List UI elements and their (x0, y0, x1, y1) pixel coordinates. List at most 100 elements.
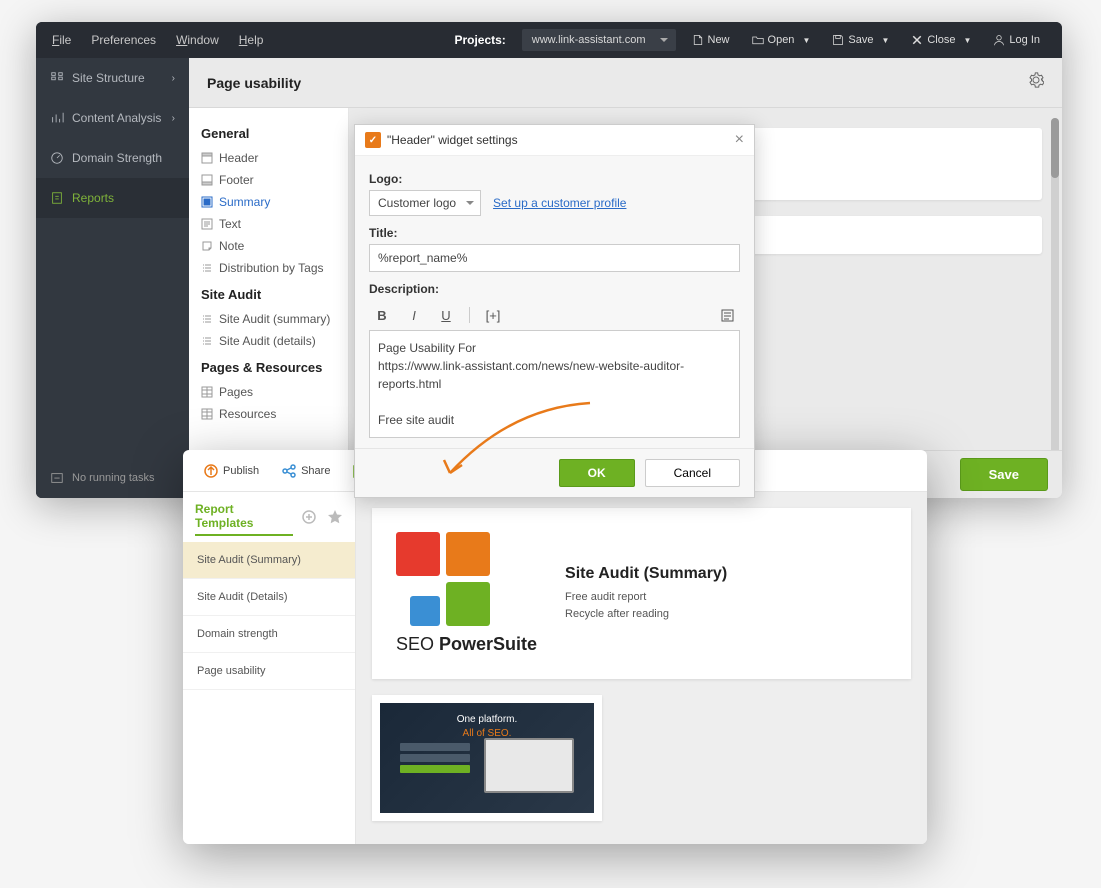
thumbnail-laptop-graphic (484, 738, 574, 793)
bold-button[interactable]: B (369, 304, 395, 326)
scrollbar-thumb[interactable] (1051, 118, 1059, 178)
widget-footer[interactable]: Footer (201, 169, 336, 191)
widget-label: Site Audit (details) (219, 334, 316, 348)
sidebar-item-content-analysis[interactable]: Content Analysis › (36, 98, 189, 138)
widget-audit-summary[interactable]: Site Audit (summary) (201, 308, 336, 330)
widget-label: Text (219, 217, 241, 231)
projects-label: Projects: (454, 33, 505, 47)
close-label: Close (927, 34, 955, 46)
project-dropdown[interactable]: www.link-assistant.com (522, 29, 676, 51)
chevron-down-icon: ▼ (881, 36, 889, 45)
share-button[interactable]: Share (273, 459, 338, 483)
widget-text[interactable]: Text (201, 213, 336, 235)
dialog-header: ✓ "Header" widget settings × (355, 125, 754, 156)
expand-editor-button[interactable] (714, 304, 740, 326)
widget-distribution[interactable]: Distribution by Tags (201, 257, 336, 279)
widget-note[interactable]: Note (201, 235, 336, 257)
settings-gear-button[interactable] (1028, 72, 1044, 93)
widget-label: Note (219, 239, 244, 253)
menu-preferences[interactable]: Preferences (91, 33, 156, 47)
text-box-icon (201, 218, 213, 230)
sidebar-item-label: Domain Strength (72, 151, 162, 165)
widget-summary[interactable]: Summary (201, 191, 336, 213)
new-button[interactable]: New (686, 30, 736, 50)
paragraph-icon (721, 309, 734, 322)
thumb-text-1: One platform. (457, 714, 518, 725)
tasks-icon (50, 471, 64, 485)
templates-tab[interactable]: Report Templates (195, 502, 293, 536)
save-icon (832, 34, 844, 46)
star-icon (327, 509, 343, 525)
publish-button[interactable]: Publish (195, 459, 267, 483)
thumbnail-form-graphic (400, 743, 470, 776)
reports-icon (50, 191, 64, 205)
scrollbar[interactable] (1051, 118, 1059, 488)
title-input[interactable] (369, 244, 740, 272)
list-icon (201, 313, 213, 325)
widget-resources[interactable]: Resources (201, 403, 336, 425)
dialog-footer: OK Cancel (355, 448, 754, 497)
sidebar-item-domain-strength[interactable]: Domain Strength (36, 138, 189, 178)
menu-help[interactable]: Help (239, 33, 264, 47)
add-template-button[interactable] (301, 509, 317, 530)
chevron-right-icon: › (172, 73, 175, 84)
note-icon (201, 240, 213, 252)
open-label: Open (768, 34, 795, 46)
sidebar-item-label: Content Analysis (72, 111, 161, 125)
share-icon (281, 463, 297, 479)
sidebar-footer: No running tasks (36, 458, 189, 498)
plus-file-icon (692, 34, 704, 46)
folder-open-icon (752, 34, 764, 46)
cancel-button[interactable]: Cancel (645, 459, 740, 487)
user-icon (993, 34, 1005, 46)
widget-section-general: General (201, 126, 336, 141)
description-field-label: Description: (369, 282, 740, 296)
underline-button[interactable]: U (433, 304, 459, 326)
chevron-down-icon: ▼ (802, 36, 810, 45)
logo-dropdown[interactable]: Customer logo (369, 190, 481, 216)
publish-icon (203, 463, 219, 479)
widget-section-audit: Site Audit (201, 287, 336, 302)
menu-window[interactable]: Window (176, 33, 219, 47)
widget-header[interactable]: Header (201, 147, 336, 169)
page-title: Page usability (207, 75, 301, 91)
rich-text-toolbar: B I U [+] (369, 300, 740, 330)
save-button[interactable]: Save (960, 458, 1048, 491)
structure-icon (50, 71, 64, 85)
template-preview-pane: SEO PowerSuite Site Audit (Summary) Free… (356, 492, 927, 844)
italic-button[interactable]: I (401, 304, 427, 326)
template-domain-strength[interactable]: Domain strength (183, 616, 355, 653)
ok-button[interactable]: OK (559, 459, 635, 487)
close-x-icon (911, 34, 923, 46)
logo-field-label: Logo: (369, 172, 740, 186)
widget-audit-details[interactable]: Site Audit (details) (201, 330, 336, 352)
widget-pages[interactable]: Pages (201, 381, 336, 403)
sidebar-item-reports[interactable]: Reports (36, 178, 189, 218)
report-subtitle-2: Recycle after reading (565, 606, 727, 623)
toolbar-separator (469, 307, 470, 323)
new-label: New (708, 34, 730, 46)
gauge-icon (50, 151, 64, 165)
table-icon (201, 408, 213, 420)
save-button-top[interactable]: Save ▼ (826, 30, 895, 50)
sidebar-item-label: Site Structure (72, 71, 145, 85)
favorite-button[interactable] (327, 509, 343, 530)
menu-file[interactable]: File (52, 33, 71, 47)
login-button[interactable]: Log In (987, 30, 1046, 50)
open-button[interactable]: Open ▼ (746, 30, 817, 50)
report-website-thumbnail: One platform. All of SEO. (372, 695, 602, 821)
widget-label: Distribution by Tags (219, 261, 324, 275)
template-site-audit-summary[interactable]: Site Audit (Summary) (183, 542, 355, 579)
login-label: Log In (1009, 34, 1040, 46)
template-site-audit-details[interactable]: Site Audit (Details) (183, 579, 355, 616)
template-page-usability[interactable]: Page usability (183, 653, 355, 690)
description-textarea[interactable]: Page Usability For https://www.link-assi… (369, 330, 740, 438)
close-button-top[interactable]: Close ▼ (905, 30, 977, 50)
share-label: Share (301, 465, 330, 477)
report-templates-window: Publish Share Schedule Tasks& Alerts Qui… (183, 450, 927, 844)
list-icon (201, 262, 213, 274)
dialog-close-button[interactable]: × (735, 131, 744, 149)
set-up-customer-profile-link[interactable]: Set up a customer profile (493, 196, 626, 210)
sidebar-item-site-structure[interactable]: Site Structure › (36, 58, 189, 98)
insert-variable-button[interactable]: [+] (480, 304, 506, 326)
